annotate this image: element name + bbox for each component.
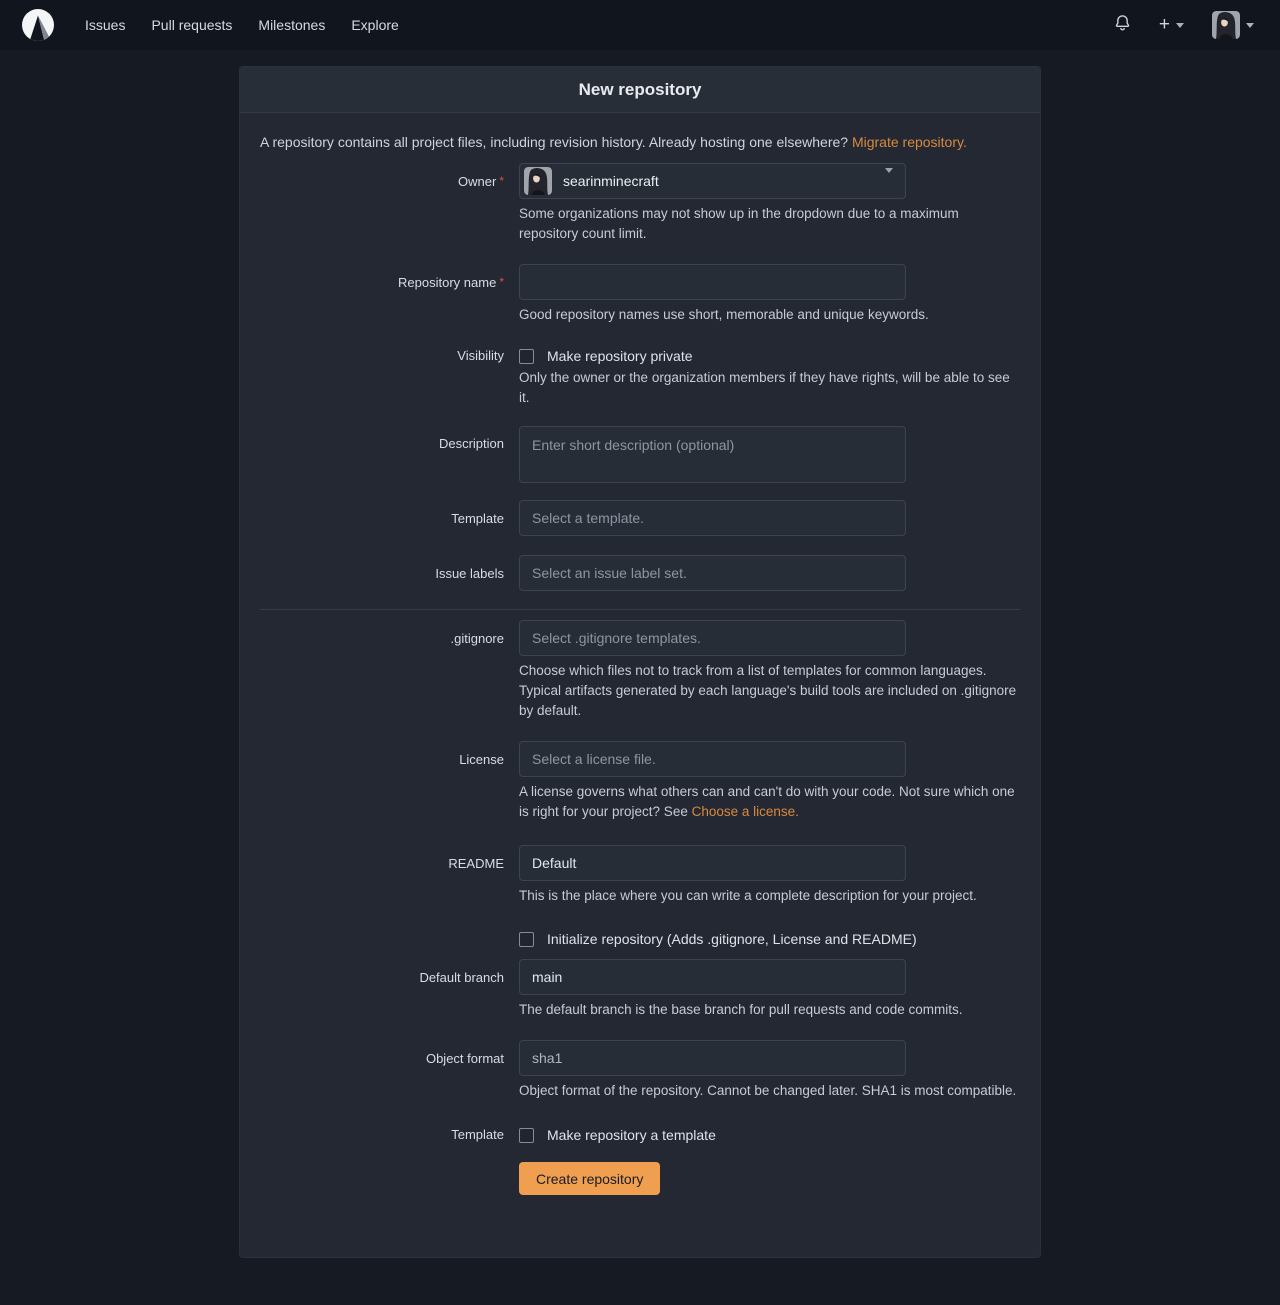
owner-label-text: Owner (458, 174, 496, 189)
readme-value: Default (532, 855, 576, 871)
nav-menu: Issues Pull requests Milestones Explore (72, 0, 412, 50)
license-row: License Select a license file. A license… (260, 741, 1020, 822)
choose-a-license-link[interactable]: Choose a license. (692, 804, 799, 819)
gitignore-placeholder: Select .gitignore templates. (532, 630, 701, 646)
repo-name-help-text: Good repository names use short, memorab… (519, 305, 1020, 325)
private-checkbox[interactable] (519, 349, 534, 364)
user-avatar (1212, 11, 1240, 39)
intro-paragraph: A repository contains all project files,… (260, 132, 1020, 152)
object-format-help-text: Object format of the repository. Cannot … (519, 1081, 1020, 1101)
object-format-row: Object format sha1 Object format of the … (260, 1040, 1020, 1101)
repo-name-input[interactable] (519, 264, 906, 300)
create-new-button[interactable]: + (1149, 9, 1194, 41)
template-select-label: Template (260, 500, 504, 536)
issue-labels-select[interactable]: Select an issue label set. (519, 555, 906, 591)
intro-text: A repository contains all project files,… (260, 134, 848, 150)
object-format-value: sha1 (532, 1050, 562, 1066)
visibility-row: Visibility Make repository private Only … (260, 346, 1020, 408)
description-row: Description (260, 426, 1020, 483)
object-format-label: Object format (260, 1040, 504, 1101)
default-branch-help-text: The default branch is the base branch fo… (519, 1000, 1020, 1020)
initialize-row: Initialize repository (Adds .gitignore, … (260, 929, 1020, 947)
submit-label-spacer (260, 1162, 504, 1195)
required-asterisk: * (499, 275, 504, 289)
nav-item-milestones[interactable]: Milestones (245, 0, 338, 50)
owner-help-text: Some organizations may not show up in th… (519, 204, 1020, 244)
initialize-checkbox[interactable] (519, 932, 534, 947)
readme-select[interactable]: Default (519, 845, 906, 881)
mountain-logo-icon (20, 7, 56, 43)
owner-label: Owner* (260, 163, 504, 244)
owner-value: searinminecraft (563, 173, 659, 189)
private-checkbox-label[interactable]: Make repository private (547, 348, 693, 364)
template-select-row: Template Select a template. (260, 500, 1020, 536)
default-branch-input[interactable] (519, 959, 906, 995)
readme-label: README (260, 845, 504, 906)
panel-header: New repository (240, 67, 1040, 113)
top-navbar: Issues Pull requests Milestones Explore … (0, 0, 1280, 50)
repo-name-label-text: Repository name (398, 275, 496, 290)
bell-icon (1114, 14, 1131, 36)
visibility-label: Visibility (260, 346, 504, 408)
description-input[interactable] (519, 426, 906, 483)
caret-down-icon (885, 173, 893, 189)
panel-body: A repository contains all project files,… (240, 113, 1040, 1213)
readme-help-text: This is the place where you can write a … (519, 886, 1020, 906)
home-logo[interactable] (20, 7, 56, 43)
new-repo-panel: New repository A repository contains all… (239, 66, 1041, 1258)
template-select-placeholder: Select a template. (532, 510, 644, 526)
template-flag-label: Template (260, 1125, 504, 1143)
description-label: Description (260, 426, 504, 483)
gitignore-select[interactable]: Select .gitignore templates. (519, 620, 906, 656)
gitignore-help-text: Choose which files not to track from a l… (519, 661, 1020, 721)
plus-icon: + (1159, 17, 1170, 33)
required-asterisk: * (499, 174, 504, 188)
default-branch-label: Default branch (260, 959, 504, 1020)
nav-item-pull-requests[interactable]: Pull requests (138, 0, 245, 50)
navbar-right: + (1104, 3, 1264, 47)
license-select[interactable]: Select a license file. (519, 741, 906, 777)
template-flag-checkbox[interactable] (519, 1128, 534, 1143)
section-divider (260, 609, 1020, 610)
notifications-button[interactable] (1104, 6, 1141, 44)
default-branch-row: Default branch The default branch is the… (260, 959, 1020, 1020)
license-help-text: A license governs what others can and ca… (519, 782, 1020, 822)
license-placeholder: Select a license file. (532, 751, 656, 767)
nav-item-explore[interactable]: Explore (338, 0, 411, 50)
owner-row: Owner* searinminecraft (260, 163, 1020, 244)
submit-row: Create repository (260, 1162, 1020, 1195)
repo-name-label: Repository name* (260, 264, 504, 325)
template-select[interactable]: Select a template. (519, 500, 906, 536)
readme-row: README Default This is the place where y… (260, 845, 1020, 906)
template-flag-row: Template Make repository a template (260, 1125, 1020, 1143)
nav-item-issues[interactable]: Issues (72, 0, 138, 50)
issue-labels-row: Issue labels Select an issue label set. (260, 555, 1020, 591)
owner-select[interactable]: searinminecraft (519, 163, 906, 199)
initialize-checkbox-label[interactable]: Initialize repository (Adds .gitignore, … (547, 931, 917, 947)
issue-labels-placeholder: Select an issue label set. (532, 565, 687, 581)
gitignore-label: .gitignore (260, 620, 504, 721)
visibility-help-text: Only the owner or the organization membe… (519, 368, 1020, 408)
license-label: License (260, 741, 504, 822)
template-flag-checkbox-label[interactable]: Make repository a template (547, 1127, 716, 1143)
page-title: New repository (579, 80, 702, 100)
migrate-repository-link[interactable]: Migrate repository. (852, 134, 967, 150)
create-repository-button[interactable]: Create repository (519, 1162, 660, 1195)
initialize-label-spacer (260, 929, 504, 947)
caret-down-icon (1246, 23, 1254, 28)
repo-name-row: Repository name* Good repository names u… (260, 264, 1020, 325)
caret-down-icon (1176, 23, 1184, 28)
issue-labels-label: Issue labels (260, 555, 504, 591)
object-format-select[interactable]: sha1 (519, 1040, 906, 1076)
user-menu-button[interactable] (1202, 3, 1264, 47)
gitignore-row: .gitignore Select .gitignore templates. … (260, 620, 1020, 721)
owner-avatar (524, 167, 552, 195)
